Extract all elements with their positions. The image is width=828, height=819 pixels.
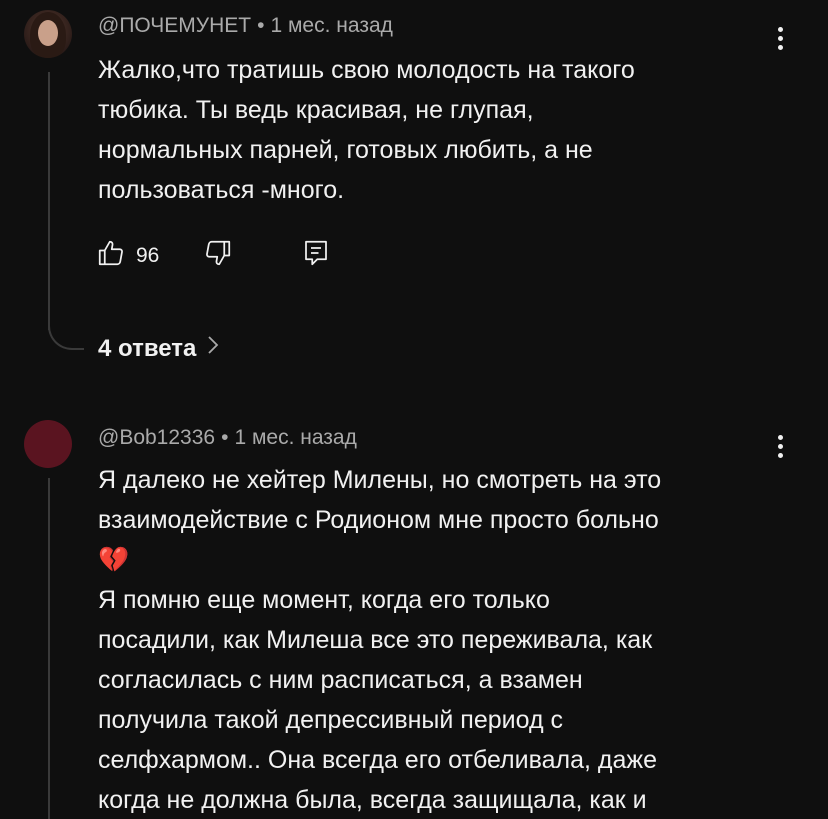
- comment-text-line: тюбика. Ты ведь красивая, не глупая,: [98, 96, 534, 124]
- like-button[interactable]: 96: [96, 238, 159, 274]
- thumb-down-icon: [203, 238, 233, 274]
- thread-line: [48, 478, 50, 819]
- comment-text-line: взаимодействие с Родионом мне просто бол…: [98, 506, 659, 534]
- like-count: 96: [136, 244, 160, 267]
- replies-label: 4 ответа: [98, 334, 197, 362]
- comment-text-line: нормальных парней, готовых любить, а не: [98, 136, 593, 164]
- thread-connector: [48, 310, 84, 350]
- meta-separator: •: [221, 426, 229, 449]
- view-replies-button[interactable]: 4 ответа: [98, 334, 220, 363]
- meta-separator: •: [257, 14, 265, 37]
- comment-author[interactable]: @ПОЧЕМУНЕТ: [98, 14, 251, 37]
- comment-time: 1 мес. назад: [270, 14, 393, 37]
- reply-button[interactable]: [301, 238, 331, 274]
- dislike-button[interactable]: [203, 238, 233, 274]
- comment-meta: @Bob12336 • 1 мес. назад: [98, 426, 357, 450]
- broken-heart-emoji: 💔: [98, 546, 130, 574]
- comment-text-line: Жалко,что тратишь свою молодость на тако…: [98, 56, 635, 84]
- thumb-up-icon: [96, 238, 126, 274]
- comment-text: Жалко,что тратишь свою молодость на тако…: [98, 50, 778, 210]
- comment-text-line: Я далеко не хейтер Милены, но смотреть н…: [98, 466, 662, 494]
- comment-meta: @ПОЧЕМУНЕТ • 1 мес. назад: [98, 14, 393, 38]
- comment-actions: 96: [96, 236, 331, 276]
- reply-icon: [301, 238, 331, 274]
- comment-text-line: согласилась с ним расписаться, а взамен: [98, 666, 583, 694]
- comment-text-line: пользоваться -много.: [98, 176, 345, 204]
- chevron-right-icon: [206, 334, 220, 363]
- avatar[interactable]: [24, 10, 72, 58]
- comment-text-line: селфхармом.. Она всегда его отбеливала, …: [98, 746, 658, 774]
- comment-text-line: когда не должна была, всегда защищала, к…: [98, 786, 647, 814]
- avatar[interactable]: [24, 420, 72, 468]
- thread-line: [48, 72, 50, 330]
- comment-text-line: получила такой депрессивный период с: [98, 706, 563, 734]
- comment-text-line: посадили, как Милеша все это переживала,…: [98, 626, 653, 654]
- comment-author[interactable]: @Bob12336: [98, 426, 215, 449]
- comment-time: 1 мес. назад: [234, 426, 357, 449]
- comment-text-line: Я помню еще момент, когда его только: [98, 586, 550, 614]
- comment-text: Я далеко не хейтер Милены, но смотреть н…: [98, 460, 778, 819]
